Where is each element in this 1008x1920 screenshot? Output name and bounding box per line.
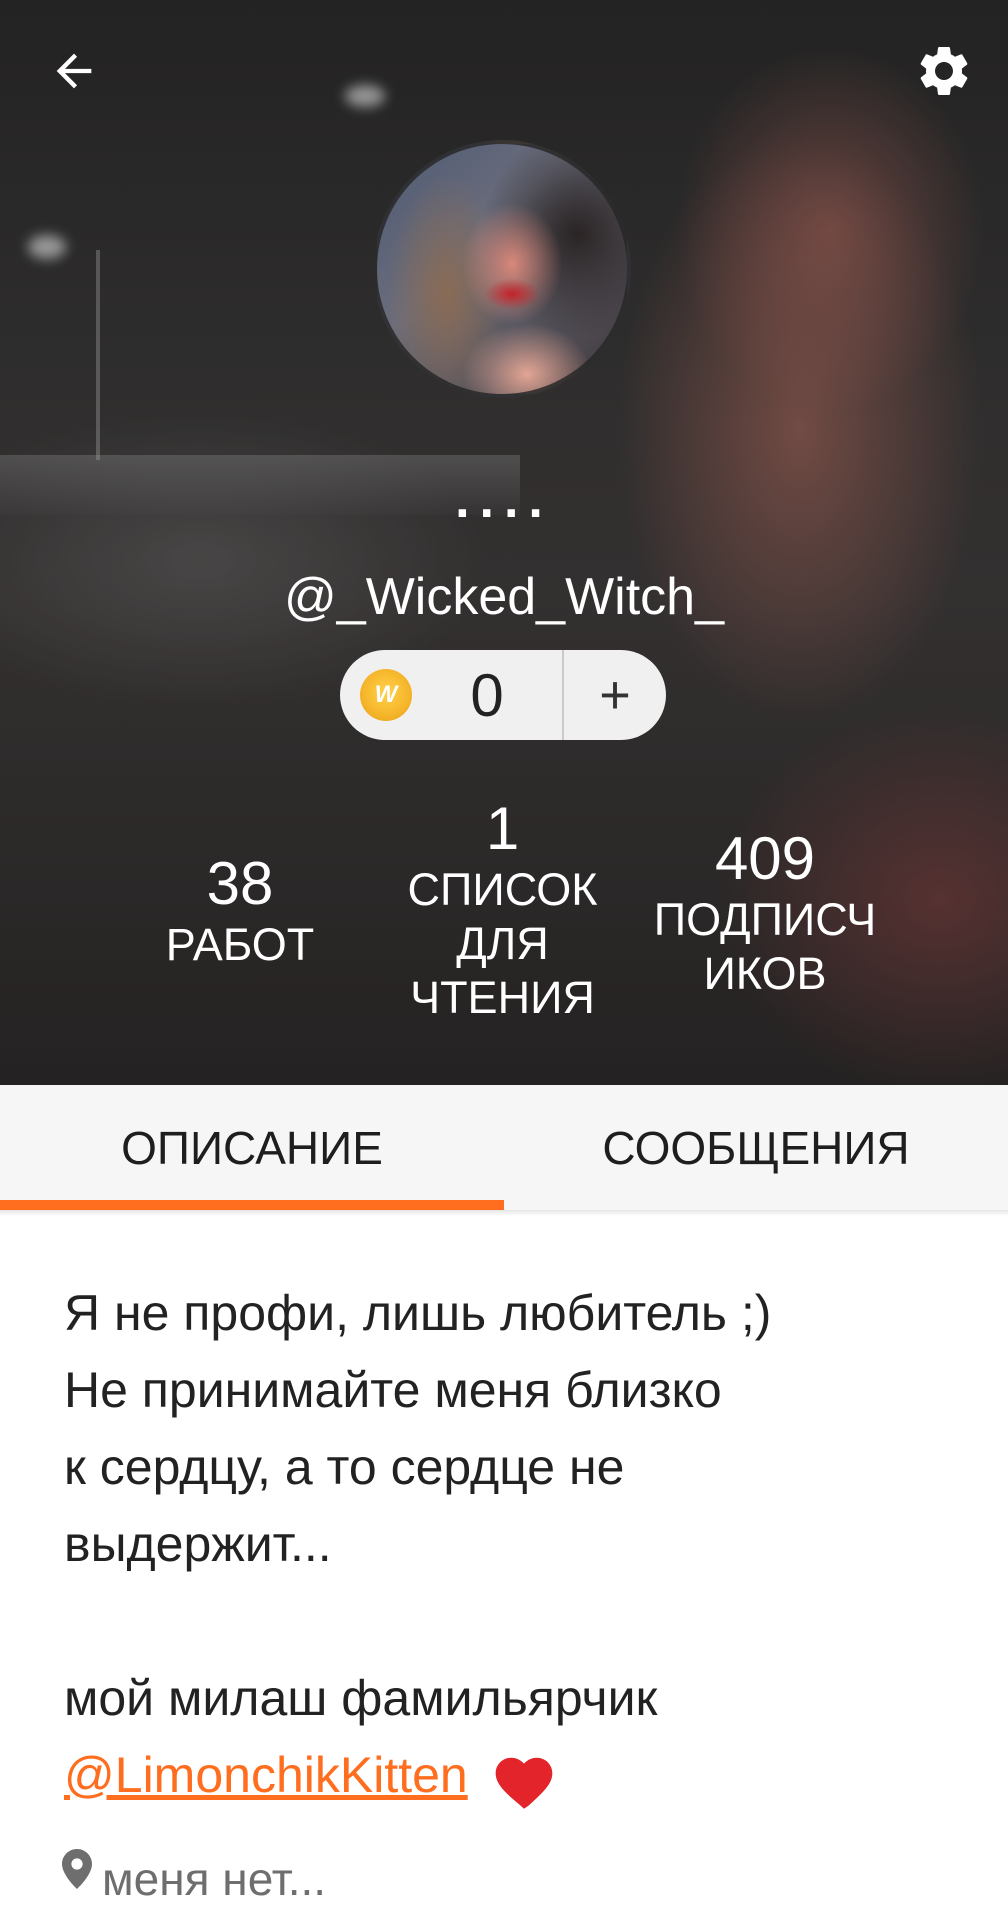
add-coins-button[interactable]: +: [564, 650, 666, 740]
description-mention-line: @LimonchikKitten: [64, 1737, 964, 1814]
tabs-shadow: [0, 1210, 1008, 1216]
stat-reading-lists-value: 1: [485, 795, 520, 862]
description-line: мой милаш фамильярчик: [64, 1670, 658, 1726]
description-line: Не принимайте меня близко: [64, 1362, 722, 1418]
mention-link[interactable]: @LimonchikKitten: [64, 1747, 468, 1803]
location-pin-icon: [62, 1849, 92, 1889]
profile-tabs: ОПИСАНИЕ СООБЩЕНИЯ: [0, 1085, 1008, 1210]
display-name: ....: [455, 471, 553, 529]
location-row: меня нет...: [62, 1849, 327, 1906]
arrow-left-icon: [56, 53, 92, 89]
profile-cover: .... @_Wicked_Witch_ W 0 + 38 РАБОТ 1 СП…: [0, 0, 1008, 1085]
avatar[interactable]: [373, 140, 631, 398]
coin-icon: W: [360, 669, 412, 721]
description-line: выдержит...: [64, 1516, 332, 1572]
coin-count: 0: [470, 661, 504, 729]
username: @_Wicked_Witch_: [283, 568, 725, 626]
location-text: меня нет...: [102, 1853, 327, 1905]
coins-widget: W 0 +: [340, 650, 666, 740]
tab-description[interactable]: ОПИСАНИЕ: [0, 1085, 504, 1210]
back-button[interactable]: [38, 35, 110, 107]
stat-followers-label: ПОДПИСЧ: [653, 894, 877, 945]
stat-followers-value: 409: [714, 825, 816, 892]
stat-followers[interactable]: 409 ПОДПИСЧ ИКОВ: [630, 825, 900, 1001]
description-line: к сердцу, а то сердце не: [64, 1439, 625, 1495]
stat-followers-label: ИКОВ: [703, 948, 827, 999]
stat-reading-lists-label: СПИСОК: [407, 864, 598, 915]
stat-works-label: РАБОТ: [165, 919, 315, 970]
stat-reading-lists-label: ДЛЯ: [456, 918, 549, 969]
profile-description: Я не профи, лишь любитель ;) Не принимай…: [64, 1275, 964, 1814]
gear-icon: [920, 46, 968, 95]
stat-reading-lists[interactable]: 1 СПИСОК ДЛЯ ЧТЕНИЯ: [395, 795, 610, 1025]
stat-works[interactable]: 38 РАБОТ: [140, 850, 340, 972]
settings-button[interactable]: [908, 35, 980, 107]
heart-icon: [495, 1757, 552, 1809]
stat-works-value: 38: [206, 850, 274, 917]
description-line: Я не профи, лишь любитель ;): [64, 1285, 772, 1341]
tab-messages[interactable]: СООБЩЕНИЯ: [504, 1085, 1008, 1210]
stat-reading-lists-label: ЧТЕНИЯ: [410, 972, 595, 1023]
